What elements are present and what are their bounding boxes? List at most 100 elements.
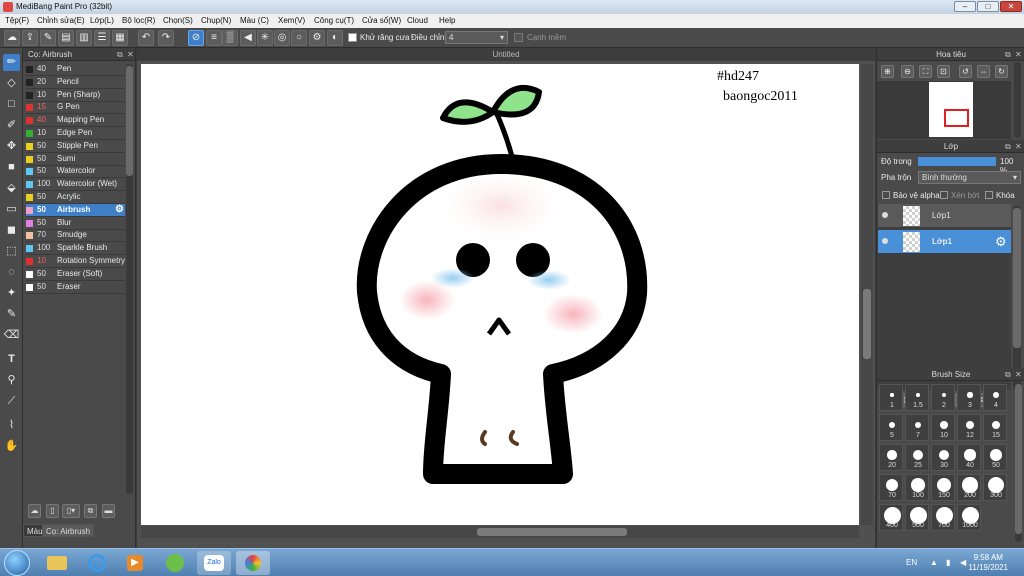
opacity-slider[interactable] bbox=[918, 157, 996, 166]
grid-icon[interactable]: ▦ bbox=[112, 30, 128, 46]
canvas-horizontal-scrollbar[interactable] bbox=[141, 526, 859, 538]
clock[interactable]: 9:58 AM 11/19/2021 bbox=[969, 553, 1008, 573]
circle-snap-icon[interactable]: ◎ bbox=[274, 30, 290, 46]
cross-snap-icon[interactable]: ▒ bbox=[222, 30, 238, 46]
brush-size-cell[interactable]: 50 bbox=[983, 444, 1007, 471]
gradient-tool-icon[interactable]: ▭ bbox=[3, 201, 20, 218]
brush-size-cell[interactable]: 40 bbox=[957, 444, 981, 471]
tab-brush[interactable]: Cọ: Airbrush bbox=[42, 524, 95, 537]
list-icon[interactable]: ☰ bbox=[94, 30, 110, 46]
brush-size-cell[interactable]: 7 bbox=[905, 414, 929, 441]
brush-item[interactable]: 40 Mapping Pen bbox=[26, 114, 125, 128]
lasso-tool-icon[interactable]: ◌ bbox=[3, 264, 20, 281]
brush-size-cell[interactable]: 1 bbox=[879, 384, 903, 411]
cloud-brush-icon[interactable]: ☁ bbox=[28, 504, 41, 518]
brush-size-cell[interactable]: 1.5 bbox=[905, 384, 929, 411]
lock-checkbox[interactable] bbox=[985, 191, 993, 199]
ie-icon[interactable]: e bbox=[80, 551, 114, 575]
brush-size-cell[interactable]: 5 bbox=[879, 414, 903, 441]
eyedropper-icon[interactable]: ⌇ bbox=[3, 417, 20, 434]
volume-icon[interactable]: ◀ bbox=[960, 558, 966, 567]
brush-item[interactable]: 40 Pen bbox=[26, 63, 125, 76]
select-eraser-icon[interactable]: ⌫ bbox=[3, 327, 20, 344]
bucket-tool-icon[interactable]: ⬙ bbox=[3, 180, 20, 197]
undock-icon[interactable]: ⧉ bbox=[1005, 368, 1011, 381]
actual-size-icon[interactable]: ⊡ bbox=[937, 65, 950, 78]
navigator-viewport[interactable] bbox=[944, 109, 969, 127]
brush-size-cell[interactable]: 10 bbox=[931, 414, 955, 441]
add-brush-icon[interactable]: ▯▾ bbox=[62, 504, 80, 518]
select-tool-icon[interactable]: ⬚ bbox=[3, 243, 20, 260]
undock-icon[interactable]: ⧉ bbox=[117, 48, 123, 61]
brush-size-cell[interactable]: 15 bbox=[983, 414, 1007, 441]
snap-checkbox[interactable] bbox=[514, 33, 523, 42]
magic-wand-icon[interactable]: ✦ bbox=[3, 285, 20, 302]
select-pen-icon[interactable]: ✎ bbox=[3, 306, 20, 323]
brush-item[interactable]: 100 Watercolor (Wet) bbox=[26, 178, 125, 192]
brush-item[interactable]: 10 Pen (Sharp) bbox=[26, 89, 125, 102]
rotate-left-icon[interactable]: ↺ bbox=[959, 65, 972, 78]
coccoc-icon[interactable] bbox=[158, 551, 192, 575]
layer-item-selected[interactable]: Lớp1 ⚙ bbox=[878, 230, 1011, 254]
brush-item[interactable]: 20 Pencil bbox=[26, 76, 125, 89]
snap-off-icon[interactable]: ⊘ bbox=[188, 30, 204, 46]
flip-icon[interactable]: ⇔ bbox=[977, 65, 990, 78]
curve-snap-icon[interactable]: ○ bbox=[291, 30, 307, 46]
undock-icon[interactable]: ⧉ bbox=[1005, 140, 1011, 153]
layer-list-scrollbar[interactable] bbox=[1013, 208, 1021, 348]
brush-item[interactable]: 50 Acrylic bbox=[26, 191, 125, 204]
brush-item[interactable]: 10 Rotation Symmetry bbox=[26, 255, 125, 268]
brush-size-cell[interactable]: 70 bbox=[879, 474, 903, 501]
close-panel-icon[interactable]: ✕ bbox=[1015, 48, 1022, 61]
clipping-checkbox[interactable] bbox=[940, 191, 948, 199]
brush-item[interactable]: 50 Eraser (Soft) bbox=[26, 268, 125, 281]
gear-icon[interactable]: ⚙ bbox=[995, 234, 1007, 250]
close-panel-icon[interactable]: ✕ bbox=[1015, 368, 1022, 381]
brush-item[interactable]: 100 Sparkle Brush bbox=[26, 242, 125, 256]
menu-file[interactable]: Tệp(F) bbox=[5, 16, 29, 25]
brush-item[interactable]: 50 Stipple Pen bbox=[26, 140, 125, 153]
page-manager-icon[interactable]: ▥ bbox=[76, 30, 92, 46]
brush-size-cell[interactable]: 4 bbox=[983, 384, 1007, 411]
blend-select[interactable]: Bình thường ▾ bbox=[918, 171, 1021, 184]
brush-size-cell[interactable]: 1000 bbox=[957, 504, 981, 531]
close-panel-icon[interactable]: ✕ bbox=[1015, 140, 1022, 153]
brush-item[interactable]: 15 G Pen bbox=[26, 101, 125, 115]
eraser-tool-icon[interactable]: ◇ bbox=[3, 75, 20, 92]
close-button[interactable]: ✕ bbox=[1000, 1, 1022, 12]
parallel-snap-icon[interactable]: ≡ bbox=[206, 30, 222, 46]
comment-icon[interactable]: ✎ bbox=[40, 30, 56, 46]
menu-tools[interactable]: Công cụ(T) bbox=[314, 16, 354, 25]
brush-tool-icon[interactable]: ✏ bbox=[3, 54, 20, 71]
radial-snap-icon[interactable]: ✳ bbox=[257, 30, 273, 46]
tray-arrow-icon[interactable]: ▲ bbox=[930, 558, 938, 567]
canvas[interactable]: #hd247 baongoc2011 bbox=[141, 64, 859, 525]
brush-size-cell[interactable]: 100 bbox=[905, 474, 929, 501]
media-player-icon[interactable]: ▶ bbox=[118, 551, 152, 575]
menu-help[interactable]: Help bbox=[439, 16, 455, 25]
brush-size-cell[interactable]: 30 bbox=[931, 444, 955, 471]
hand-tool-icon[interactable]: ✋ bbox=[3, 438, 20, 455]
start-button[interactable] bbox=[4, 550, 30, 576]
brush-size-cell[interactable]: 500 bbox=[905, 504, 929, 531]
medibang-taskbar-icon[interactable] bbox=[236, 551, 270, 575]
divide-tool-icon[interactable]: ⟋ bbox=[3, 393, 20, 410]
navigator-view[interactable] bbox=[877, 81, 1011, 139]
undock-icon[interactable]: ⧉ bbox=[1005, 48, 1011, 61]
brush-size-cell[interactable]: 2 bbox=[931, 384, 955, 411]
export-icon[interactable]: ⇪ bbox=[22, 30, 38, 46]
dot-tool-icon[interactable]: □ bbox=[3, 96, 20, 113]
fill-rect-icon[interactable]: ◼ bbox=[3, 222, 20, 239]
menu-window[interactable]: Cửa sổ(W) bbox=[362, 16, 401, 25]
page-icon[interactable]: ▤ bbox=[58, 30, 74, 46]
fill-stroke-icon[interactable]: ✐ bbox=[3, 117, 20, 134]
vanishing-snap-icon[interactable]: ◀ bbox=[240, 30, 256, 46]
new-brush-icon[interactable]: ▯ bbox=[46, 504, 59, 518]
shape-tool-icon[interactable]: ■ bbox=[3, 159, 20, 176]
language-indicator[interactable]: EN bbox=[906, 558, 917, 567]
network-icon[interactable]: ▮ bbox=[946, 558, 950, 567]
visibility-icon[interactable] bbox=[882, 212, 888, 218]
brush-item[interactable]: 50 Sumi bbox=[26, 153, 125, 166]
zalo-icon[interactable]: Zalo bbox=[197, 551, 231, 575]
brush-size-cell[interactable]: 12 bbox=[957, 414, 981, 441]
